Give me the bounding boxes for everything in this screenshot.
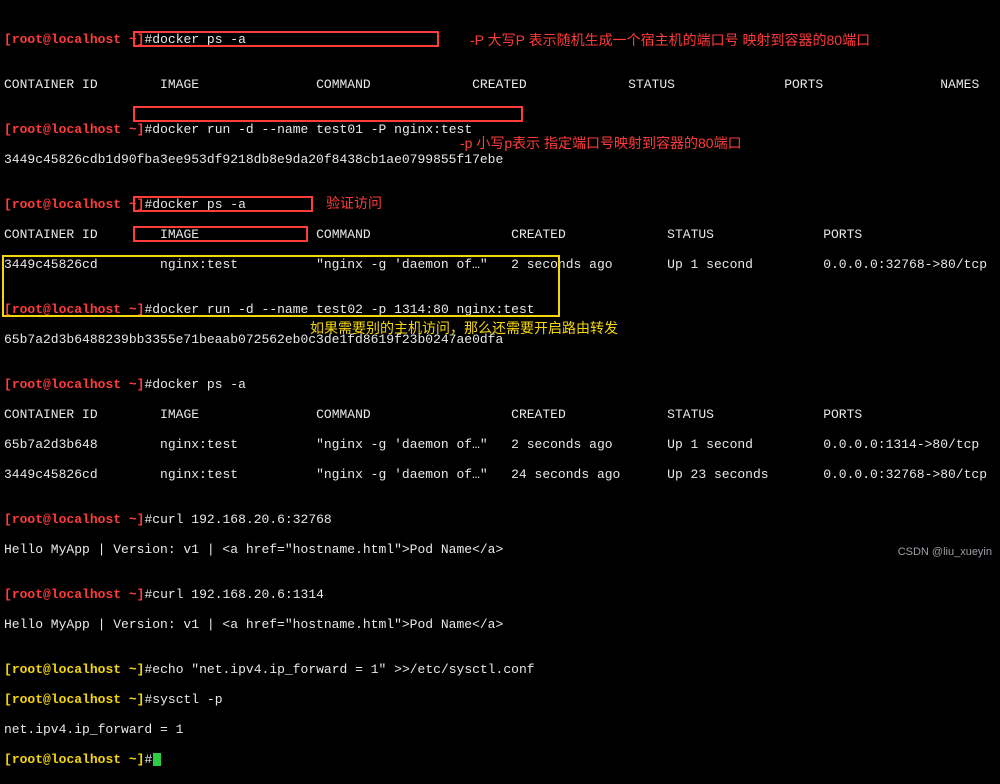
ps-header-1: CONTAINER ID IMAGE COMMAND CREATED STATU… bbox=[4, 77, 996, 92]
cursor bbox=[153, 753, 161, 766]
cmd-ps3: docker ps -a bbox=[152, 377, 246, 392]
prompt-open: [ bbox=[4, 32, 12, 47]
terminal[interactable]: [root@localhost ~]#docker ps -a CONTAINE… bbox=[0, 0, 1000, 784]
curl-output-1: Hello MyApp | Version: v1 | <a href="hos… bbox=[4, 542, 996, 557]
sysctl-output: net.ipv4.ip_forward = 1 bbox=[4, 722, 996, 737]
table-row: 65b7a2d3b648 nginx:test "nginx -g 'daemo… bbox=[4, 437, 996, 452]
prompt-path: ~ bbox=[121, 32, 137, 47]
table-row: 3449c45826cd nginx:test "nginx -g 'daemo… bbox=[4, 467, 996, 482]
ps-header-3: CONTAINER ID IMAGE COMMAND CREATED STATU… bbox=[4, 407, 996, 422]
hash-out-1: 3449c45826cdb1d90fba3ee953df9218db8e9da2… bbox=[4, 152, 996, 167]
ps-header-2: CONTAINER ID IMAGE COMMAND CREATED STATU… bbox=[4, 227, 996, 242]
annotation-lower-p: -p 小写p表示 指定端口号映射到容器的80端口 bbox=[460, 136, 742, 151]
cmd-curl2: curl 192.168.20.6:1314 bbox=[152, 587, 324, 602]
watermark: CSDN @liu_xueyin bbox=[898, 545, 992, 560]
cmd-run-P: docker run -d --name test01 -P nginx:tes… bbox=[152, 122, 472, 137]
curl-output-2: Hello MyApp | Version: v1 | <a href="hos… bbox=[4, 617, 996, 632]
cmd-run-p: docker run -d --name test02 -p 1314:80 n… bbox=[152, 302, 534, 317]
cmd-sysctl: sysctl -p bbox=[152, 692, 222, 707]
cmd-ps1: docker ps -a bbox=[152, 32, 246, 47]
annotation-route: 如果需要别的主机访问，那么还需要开启路由转发 bbox=[310, 321, 618, 336]
prompt-host: localhost bbox=[51, 32, 121, 47]
prompt-at: @ bbox=[43, 32, 51, 47]
cmd-curl1: curl 192.168.20.6:32768 bbox=[152, 512, 331, 527]
annotation-verify: 验证访问 bbox=[326, 196, 382, 211]
cmd-ps2: docker ps -a bbox=[152, 197, 246, 212]
cmd-echo: echo "net.ipv4.ip_forward = 1" >>/etc/sy… bbox=[152, 662, 534, 677]
prompt-user: root bbox=[12, 32, 43, 47]
table-row: 3449c45826cd nginx:test "nginx -g 'daemo… bbox=[4, 257, 996, 272]
annotation-upper-P: -P 大写P 表示随机生成一个宿主机的端口号 映射到容器的80端口 bbox=[470, 33, 870, 48]
